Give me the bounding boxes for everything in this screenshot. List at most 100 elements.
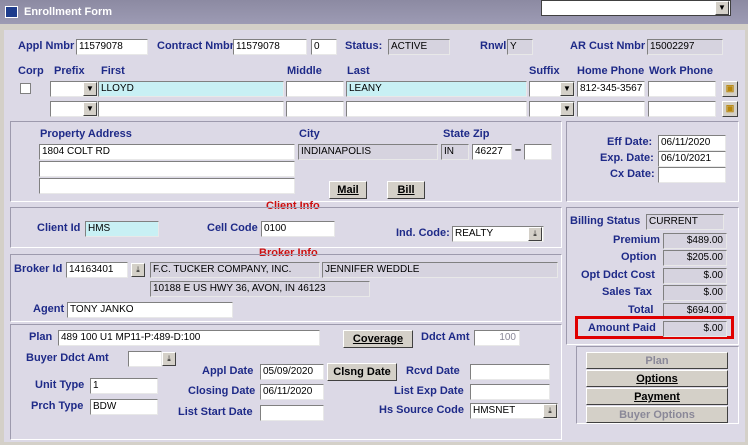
state-zip-label: State Zip [443, 128, 490, 140]
last-name-field-2[interactable] [346, 101, 527, 117]
buyer-ddct-amt-label: Buyer Ddct Amt [26, 352, 109, 364]
list-start-date-field[interactable] [260, 405, 324, 421]
broker-lookup-icon[interactable]: ⤓ [131, 263, 145, 277]
payment-button[interactable]: Payment [586, 388, 728, 405]
client-id-field[interactable]: HMS [85, 221, 159, 237]
contract-nmbr-label: Contract Nmbr [157, 40, 235, 52]
exp-date-field[interactable]: 06/10/2021 [658, 151, 726, 167]
ar-cust-label: AR Cust Nmbr [570, 40, 646, 52]
top-combo[interactable]: ▼ [541, 0, 731, 16]
amount-paid-label: Amount Paid [588, 322, 656, 334]
plan-label: Plan [29, 331, 53, 343]
billing-status-field: CURRENT [646, 214, 724, 230]
prefix-label: Prefix [54, 65, 85, 77]
buyer-ddct-lookup-icon[interactable]: ⤓ [162, 352, 176, 366]
broker-id-field[interactable]: 14163401 [66, 262, 128, 278]
prch-type-label: Prch Type [31, 400, 84, 412]
home-phone-field-2[interactable] [577, 101, 645, 117]
zip-dash: – [515, 144, 522, 156]
broker-contact-field: JENNIFER WEDDLE [322, 262, 558, 278]
ddct-amt-field[interactable]: 100 [474, 330, 520, 346]
clsng-date-button[interactable]: Clsng Date [327, 363, 397, 381]
last-label: Last [347, 65, 370, 77]
contract-suffix-field[interactable]: 0 [311, 39, 337, 55]
middle-name-field-2[interactable] [286, 101, 344, 117]
first-name-field-2[interactable] [98, 101, 284, 117]
first-name-field[interactable]: LLOYD [98, 81, 284, 97]
opt-ddct-cost-field: $.00 [663, 268, 727, 284]
billing-status-label: Billing Status [570, 215, 641, 227]
coverage-button[interactable]: Coverage [343, 330, 413, 348]
plan-field[interactable]: 489 100 U1 MP11-P:489-D:100 [58, 330, 320, 346]
download-icon[interactable]: ⤓ [528, 227, 542, 241]
plan-button[interactable]: Plan [586, 352, 728, 369]
premium-field: $489.00 [663, 233, 727, 249]
broker-company-field: F.C. TUCKER COMPANY, INC. [150, 262, 320, 278]
hs-source-code-label: Hs Source Code [379, 404, 464, 416]
enrollment-form: Appl Nmbr 11579078 Contract Nmbr 1157907… [4, 30, 745, 442]
cell-code-field[interactable]: 0100 [261, 221, 335, 237]
status-field: ACTIVE [388, 39, 450, 55]
list-start-date-label: List Start Date [178, 406, 253, 418]
home-phone-field[interactable]: 812-345-3567 [577, 81, 645, 97]
city-field: INDIANAPOLIS [298, 144, 438, 160]
suffix-label: Suffix [529, 65, 560, 77]
chevron-down-icon[interactable]: ▼ [715, 1, 729, 15]
rnwl-label: Rnwl: [480, 40, 510, 52]
first-label: First [101, 65, 125, 77]
middle-label: Middle [287, 65, 322, 77]
sales-tax-label: Sales Tax [602, 286, 652, 298]
address-line1-field[interactable]: 1804 COLT RD [39, 144, 295, 160]
last-name-field[interactable]: LEANY [346, 81, 527, 97]
suffix-dropdown-icon-2[interactable]: ▼ [560, 102, 574, 116]
state-field: IN [441, 144, 469, 160]
app-icon [5, 6, 18, 18]
zip4-field[interactable] [524, 144, 552, 160]
eff-date-field[interactable]: 06/11/2020 [658, 135, 726, 151]
eff-date-label: Eff Date: [607, 136, 653, 148]
city-label: City [299, 128, 320, 140]
closing-date-field[interactable]: 06/11/2020 [260, 384, 324, 400]
unit-type-label: Unit Type [35, 379, 85, 391]
bill-button[interactable]: Bill [387, 181, 425, 199]
options-button[interactable]: Options [586, 370, 728, 387]
address-line2-field[interactable] [39, 161, 295, 177]
address-line3-field[interactable] [39, 178, 295, 194]
rcvd-date-field[interactable] [470, 364, 550, 380]
corp-checkbox[interactable] [20, 83, 31, 94]
agent-field[interactable]: TONY JANKO [67, 302, 233, 318]
prefix-dropdown-icon[interactable]: ▼ [83, 82, 97, 96]
status-label: Status: [345, 40, 383, 52]
middle-name-field[interactable] [286, 81, 344, 97]
work-phone-label: Work Phone [649, 65, 713, 77]
list-exp-date-field[interactable] [470, 384, 550, 400]
prefix-dropdown-icon-2[interactable]: ▼ [83, 102, 97, 116]
mail-button[interactable]: Mail [329, 181, 367, 199]
closing-date-label: Closing Date [188, 385, 256, 397]
work-phone-field[interactable] [648, 81, 716, 97]
hs-source-lookup-icon[interactable]: ⤓ [543, 404, 557, 418]
total-label: Total [628, 304, 654, 316]
opt-ddct-cost-label: Opt Ddct Cost [581, 269, 655, 281]
broker-address-field: 10188 E US HWY 36, AVON, IN 46123 [150, 281, 370, 297]
suffix-dropdown-icon[interactable]: ▼ [560, 82, 574, 96]
client-id-label: Client Id [37, 222, 81, 234]
contract-nmbr-field[interactable]: 11579078 [233, 39, 307, 55]
exp-date-label: Exp. Date: [600, 152, 654, 164]
rnwl-field: Y [507, 39, 533, 55]
appl-date-field[interactable]: 05/09/2020 [260, 364, 324, 380]
ind-code-label: Ind. Code: [396, 227, 450, 239]
option-field: $205.00 [663, 250, 727, 266]
phone-lookup-icon[interactable]: ▣ [722, 81, 738, 97]
zip-field[interactable]: 46227 [472, 144, 512, 160]
phone-lookup-icon-2[interactable]: ▣ [722, 101, 738, 117]
appl-nmbr-field[interactable]: 11579078 [76, 39, 148, 55]
home-phone-label: Home Phone [577, 65, 645, 77]
buyer-options-button[interactable]: Buyer Options [586, 406, 728, 423]
prch-type-field[interactable]: BDW [90, 399, 158, 415]
agent-label: Agent [33, 303, 65, 315]
work-phone-field-2[interactable] [648, 101, 716, 117]
cx-date-field[interactable] [658, 167, 726, 183]
buyer-ddct-amt-field[interactable] [128, 351, 162, 367]
unit-type-field[interactable]: 1 [90, 378, 158, 394]
